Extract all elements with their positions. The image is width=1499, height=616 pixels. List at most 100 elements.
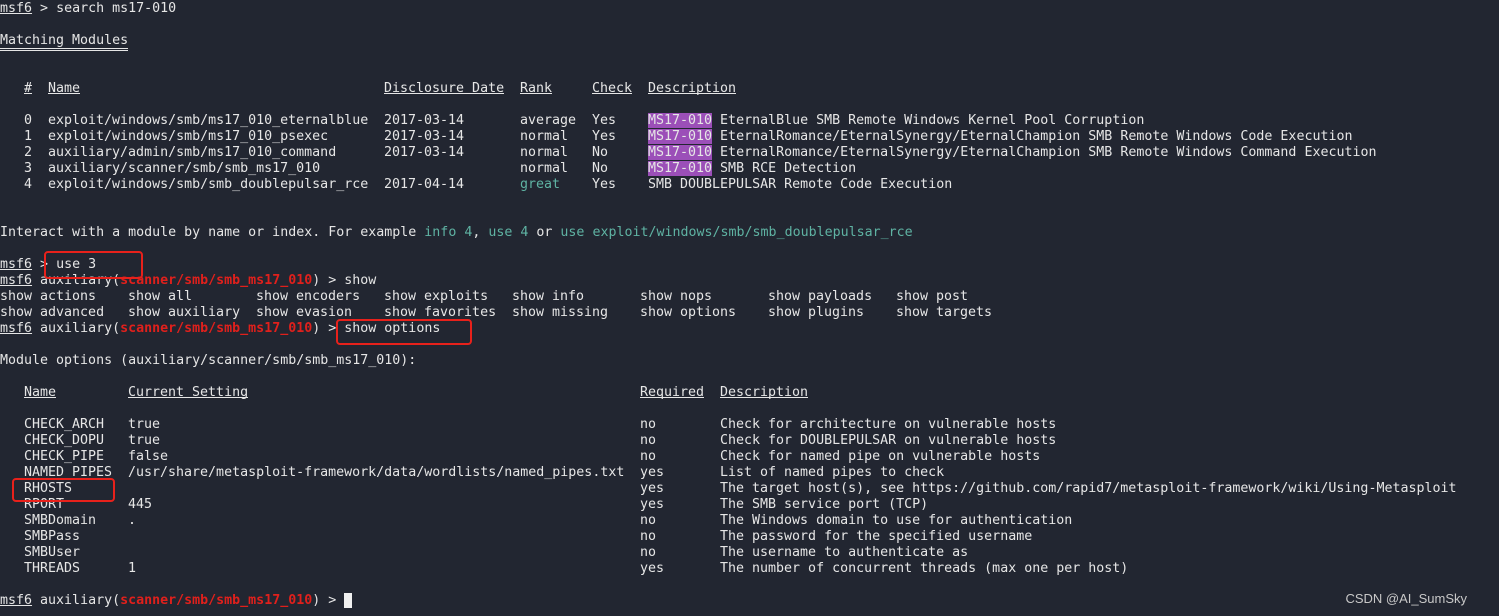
module-index: 2: [24, 145, 33, 160]
module-rank: normal: [520, 129, 569, 144]
show-completion: show info: [512, 289, 585, 304]
module-description: MS17-010 SMB RCE Detection: [648, 161, 856, 177]
module-rank: average: [520, 113, 577, 128]
option-required: no: [640, 449, 657, 464]
option-description: The target host(s), see https://github.c…: [720, 481, 1457, 496]
module-name[interactable]: exploit/windows/smb/smb_doublepulsar_rce: [48, 177, 368, 193]
disclosure-date: 2017-03-14: [384, 113, 465, 128]
module-check: Yes: [592, 129, 617, 144]
command: search ms17-010: [56, 1, 177, 16]
option-required: no: [640, 545, 657, 560]
show-completion: show exploits: [384, 289, 489, 304]
annotation-box-show-options: [336, 319, 472, 345]
module-rank: normal: [520, 161, 569, 176]
column-header: Description: [648, 81, 737, 96]
option-name: SMBPass: [24, 529, 81, 544]
text: EternalRomance/EternalSynergy/EternalCha…: [712, 129, 1353, 144]
option-description: The username to authenticate as: [720, 545, 969, 560]
option-value: 1: [128, 561, 137, 576]
module-index: 4: [24, 177, 33, 192]
current-prompt-line: msf6 auxiliary(scanner/smb/smb_ms17_010)…: [0, 593, 344, 609]
option-value: true: [128, 417, 161, 432]
show-completion: show encoders: [256, 289, 361, 304]
show-completion: show targets: [896, 305, 993, 320]
prompt-msf6: msf6: [0, 273, 33, 288]
option-name: SMBUser: [24, 545, 81, 560]
text: ,: [472, 225, 489, 240]
show-completion: show missing: [512, 305, 609, 320]
column-header: Disclosure Date: [384, 81, 505, 96]
command: show: [344, 273, 377, 288]
text: auxiliary(: [32, 593, 121, 608]
text: SMB DOUBLEPULSAR Remote Code Execution: [648, 177, 953, 192]
show-completion: show nops: [640, 289, 713, 304]
show-completion: show actions: [0, 289, 97, 304]
column-header: Rank: [520, 81, 553, 96]
option-name: CHECK_PIPE: [24, 449, 105, 464]
module-path: scanner/smb/smb_ms17_010: [120, 273, 313, 288]
show-completion: show plugins: [768, 305, 865, 320]
option-description: Check for architecture on vulnerable hos…: [720, 417, 1057, 432]
option-description: Check for named pipe on vulnerable hosts: [720, 449, 1041, 464]
search-highlight: MS17-010: [648, 145, 713, 160]
option-required: yes: [640, 561, 665, 576]
column-header: Check: [592, 81, 633, 96]
module-description: MS17-010 EternalBlue SMB Remote Windows …: [648, 113, 1144, 129]
module-name[interactable]: exploit/windows/smb/ms17_010_psexec: [48, 129, 328, 145]
module-rank: normal: [520, 145, 569, 160]
terminal-cursor[interactable]: [344, 593, 352, 608]
text: or: [528, 225, 561, 240]
search-highlight: MS17-010: [648, 113, 713, 128]
interact-hint: Interact with a module by name or index.…: [0, 225, 913, 241]
prompt-msf6: msf6: [0, 257, 33, 272]
text: ) >: [312, 273, 345, 288]
column-header: Name: [48, 81, 81, 96]
module-name[interactable]: exploit/windows/smb/ms17_010_eternalblue: [48, 113, 368, 129]
option-required: no: [640, 529, 657, 544]
hint-info: info 4: [424, 225, 473, 240]
column-header: Description: [720, 385, 809, 400]
annotation-box-use-3: [44, 251, 143, 279]
option-description: The number of concurrent threads (max on…: [720, 561, 1129, 576]
text: EternalBlue SMB Remote Windows Kernel Po…: [712, 113, 1145, 128]
prompt-msf6: msf6: [0, 593, 33, 608]
column-header: #: [24, 81, 33, 96]
hint-use-path: use exploit/windows/smb/smb_doublepulsar…: [560, 225, 913, 240]
module-description: MS17-010 EternalRomance/EternalSynergy/E…: [648, 129, 1352, 145]
module-description: MS17-010 EternalRomance/EternalSynergy/E…: [648, 145, 1377, 161]
prompt-msf6: msf6: [0, 321, 33, 336]
module-name[interactable]: auxiliary/scanner/smb/smb_ms17_010: [48, 161, 320, 177]
search-command-line: msf6 > search ms17-010: [0, 1, 176, 17]
option-name: THREADS: [24, 561, 81, 576]
option-description: List of named pipes to check: [720, 465, 945, 480]
option-name: SMBDomain: [24, 513, 97, 528]
module-description: SMB DOUBLEPULSAR Remote Code Execution: [648, 177, 952, 193]
text: EternalRomance/EternalSynergy/EternalCha…: [712, 145, 1377, 160]
show-completion: show payloads: [768, 289, 873, 304]
option-required: yes: [640, 465, 665, 480]
module-rank: great: [520, 177, 561, 192]
module-name[interactable]: auxiliary/admin/smb/ms17_010_command: [48, 145, 336, 161]
module-path: scanner/smb/smb_ms17_010: [120, 321, 313, 336]
option-value: 445: [128, 497, 153, 512]
option-description: The SMB service port (TCP): [720, 497, 929, 512]
option-required: no: [640, 417, 657, 432]
option-required: no: [640, 433, 657, 448]
text: ) >: [312, 593, 345, 608]
module-check: No: [592, 145, 609, 160]
module-options-title: Module options (auxiliary/scanner/smb/sm…: [0, 353, 416, 369]
section-title: Matching Modules: [0, 33, 129, 51]
module-index: 1: [24, 129, 33, 144]
option-value: false: [128, 449, 169, 464]
matching-modules-title: Matching Modules: [0, 33, 129, 51]
option-required: yes: [640, 481, 665, 496]
option-description: The password for the specified username: [720, 529, 1033, 544]
column-header: Required: [640, 385, 705, 400]
module-check: Yes: [592, 113, 617, 128]
search-highlight: MS17-010: [648, 129, 713, 144]
text: SMB RCE Detection: [712, 161, 857, 176]
text: auxiliary(: [32, 321, 121, 336]
option-required: yes: [640, 497, 665, 512]
option-value: .: [128, 513, 137, 528]
show-completion: show advanced: [0, 305, 105, 320]
